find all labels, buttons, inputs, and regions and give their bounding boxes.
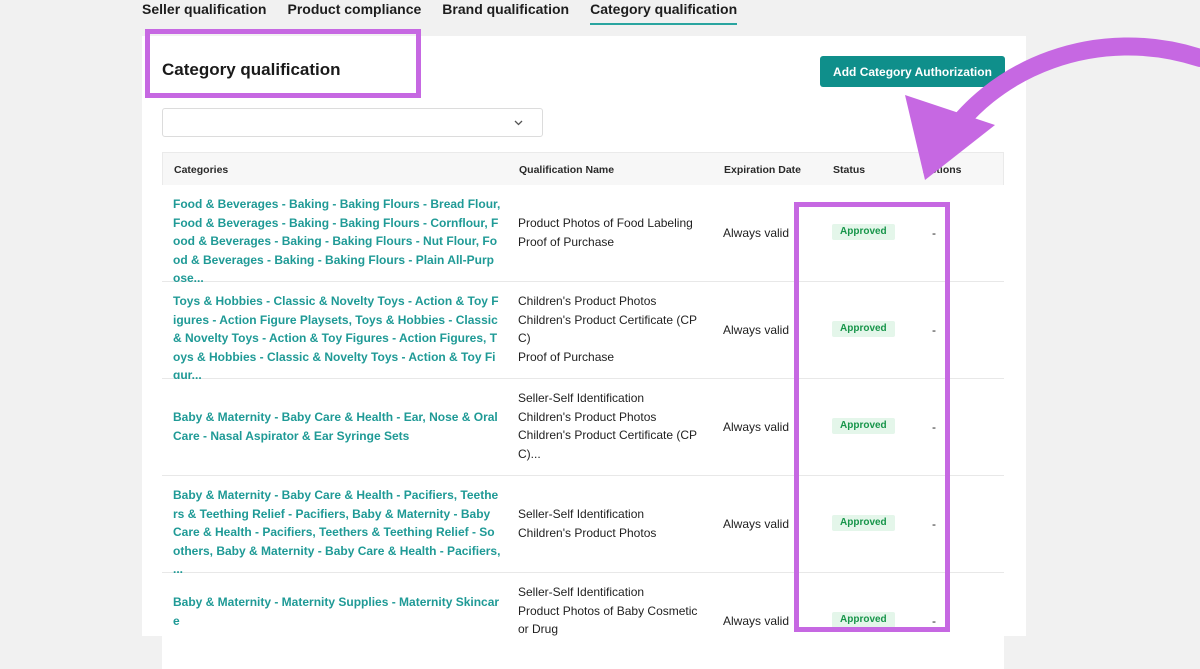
- qualification-item: Seller-Self Identification: [518, 391, 645, 405]
- category-filter-select[interactable]: [162, 108, 543, 137]
- qualification-list: Product Photos of Food Labeling Proof of…: [518, 214, 706, 251]
- header-status: Status: [833, 164, 866, 176]
- qualification-item: Seller-Self Identification: [518, 507, 645, 521]
- expiration-date: Always valid: [723, 614, 790, 628]
- qualification-item: Proof of Purchase: [518, 234, 615, 249]
- expiration-date: Always valid: [723, 226, 790, 240]
- category-link[interactable]: Baby & Maternity - Baby Care & Health - …: [173, 486, 501, 579]
- qualification-list: Children's Product Photos Children's Pro…: [518, 292, 706, 366]
- qualification-list: Seller-Self Identification Children's Pr…: [518, 505, 706, 542]
- category-link[interactable]: Baby & Maternity - Baby Care & Health - …: [173, 408, 501, 445]
- tab-seller-qualification[interactable]: Seller qualification: [142, 0, 266, 23]
- header-expiration-date: Expiration Date: [724, 164, 802, 176]
- qualification-tabs: Seller qualification Product compliance …: [142, 0, 758, 26]
- qualification-item: Children's Product Photos: [518, 294, 657, 308]
- qualification-item: Children's Product Certificate (CPC)...: [518, 428, 698, 461]
- title-highlight-box: [145, 29, 421, 98]
- category-link[interactable]: Food & Beverages - Baking - Baking Flour…: [173, 195, 501, 288]
- table-header: Categories Qualification Name Expiration…: [162, 152, 1004, 185]
- qualification-item: Product Photos of Food Labeling: [518, 216, 693, 230]
- chevron-down-icon: [514, 120, 523, 126]
- header-qualification-name: Qualification Name: [519, 164, 615, 176]
- qualification-list: Seller-Self Identification Product Photo…: [518, 583, 706, 639]
- expiration-date: Always valid: [723, 517, 790, 531]
- tab-category-qualification[interactable]: Category qualification: [590, 0, 738, 25]
- header-categories: Categories: [174, 164, 229, 176]
- category-link[interactable]: Baby & Maternity - Maternity Supplies - …: [173, 593, 501, 630]
- qualification-item: Children's Product Photos: [518, 525, 657, 540]
- qualification-item: Seller-Self Identification: [518, 585, 645, 599]
- qualification-item: Children's Product Photos: [518, 409, 657, 424]
- qualification-item: Children's Product Certificate (CPC): [518, 312, 698, 346]
- curved-arrow-icon: [905, 37, 1200, 180]
- category-link[interactable]: Toys & Hobbies - Classic & Novelty Toys …: [173, 292, 501, 385]
- expiration-date: Always valid: [723, 323, 790, 337]
- status-highlight-box: [794, 202, 950, 632]
- qualification-item: Proof of Purchase: [518, 349, 615, 364]
- tab-product-compliance[interactable]: Product compliance: [287, 0, 421, 23]
- qualification-item: Product Photos of Baby Cosmetic or Drug: [518, 603, 698, 637]
- tab-brand-qualification[interactable]: Brand qualification: [442, 0, 569, 23]
- expiration-date: Always valid: [723, 420, 790, 434]
- qualification-list: Seller-Self Identification Children's Pr…: [518, 389, 706, 463]
